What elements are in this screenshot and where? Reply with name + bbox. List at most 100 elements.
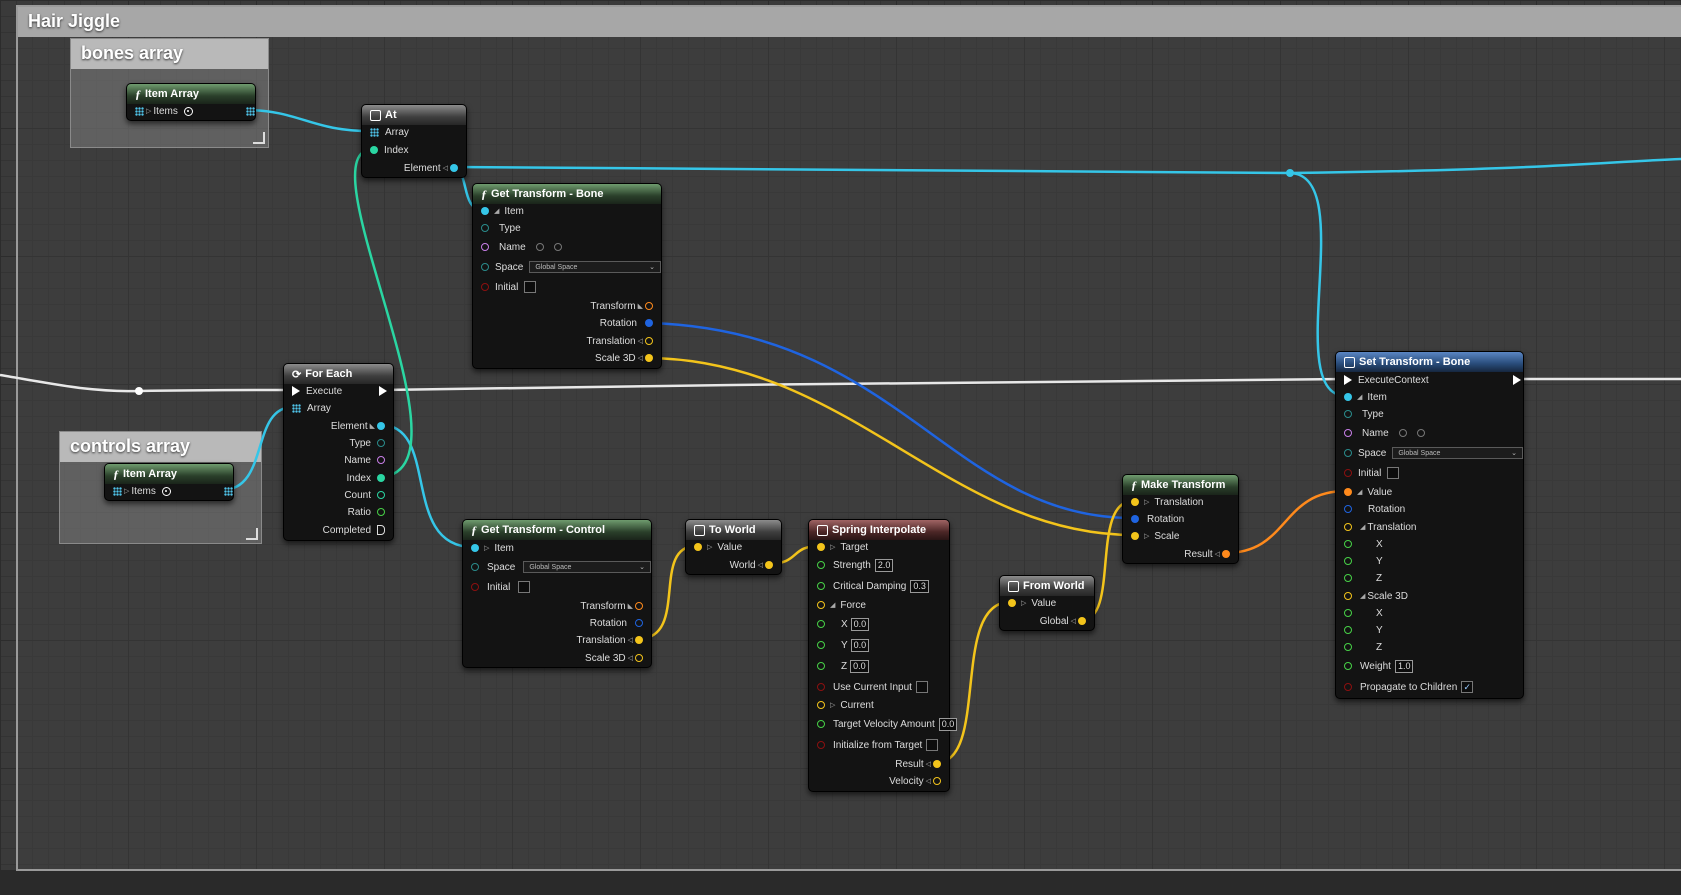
initialize-from-target-checkbox[interactable] <box>926 739 939 751</box>
value-pin[interactable] <box>694 543 702 551</box>
browse-icon[interactable] <box>535 243 544 251</box>
force-y-input[interactable]: 0.0 <box>850 638 870 652</box>
exec-in-pin[interactable] <box>1344 375 1352 385</box>
scale-pin[interactable] <box>1344 592 1352 600</box>
space-dropdown[interactable]: Global Space ⌄ <box>529 261 661 273</box>
from-world-node[interactable]: From World ▷ Value Global ◁ <box>999 575 1095 631</box>
propagate-pin[interactable] <box>1344 683 1352 691</box>
exec-out-pin[interactable] <box>379 386 387 396</box>
velocity-pin[interactable] <box>933 777 941 785</box>
force-z-pin[interactable] <box>817 662 825 670</box>
target-pin[interactable] <box>817 543 825 551</box>
initial-pin[interactable] <box>471 583 479 591</box>
result-pin[interactable] <box>933 760 941 768</box>
force-pin[interactable] <box>817 601 825 609</box>
item-pin[interactable] <box>1344 393 1352 401</box>
initial-checkbox[interactable] <box>524 281 537 293</box>
space-dropdown[interactable]: Global Space ⌄ <box>523 561 651 573</box>
translation-pin[interactable] <box>1131 498 1139 506</box>
grid-icon[interactable] <box>224 486 233 496</box>
ratio-pin[interactable] <box>377 508 385 516</box>
rotation-pin[interactable] <box>1131 515 1139 523</box>
target-icon[interactable] <box>183 106 193 116</box>
type-pin[interactable] <box>481 224 489 232</box>
element-pin[interactable] <box>377 422 385 430</box>
exec-completed-pin[interactable] <box>377 525 385 535</box>
initial-checkbox[interactable] <box>1387 467 1400 479</box>
type-pin[interactable] <box>377 439 385 447</box>
grid-icon[interactable] <box>135 106 144 116</box>
item-array-node-controls[interactable]: ƒ Item Array ▷ Items <box>104 463 234 501</box>
initialize-from-target-pin[interactable] <box>817 741 825 749</box>
force-z-input[interactable]: 0.0 <box>850 659 869 673</box>
exec-out-pin[interactable] <box>1513 375 1521 385</box>
element-pin[interactable] <box>450 164 458 172</box>
rotation-pin[interactable] <box>635 619 643 627</box>
to-world-node[interactable]: To World ▷ Value World ◁ <box>685 519 782 575</box>
index-pin[interactable] <box>377 474 385 482</box>
spring-interpolate-node[interactable]: Spring Interpolate ▷ Target Strength 2.0 C… <box>808 519 958 792</box>
initial-pin[interactable] <box>481 283 489 291</box>
critical-damping-input[interactable]: 0.3 <box>910 579 929 593</box>
scale-pin[interactable] <box>645 354 653 362</box>
space-pin[interactable] <box>481 263 489 271</box>
name-pin[interactable] <box>481 243 489 251</box>
grid-icon[interactable] <box>370 127 379 137</box>
result-pin[interactable] <box>1222 550 1230 558</box>
world-pin[interactable] <box>765 561 773 569</box>
strength-pin[interactable] <box>817 561 825 569</box>
type-pin[interactable] <box>1344 410 1352 418</box>
target-velocity-pin[interactable] <box>817 720 825 728</box>
translation-pin[interactable] <box>645 337 653 345</box>
space-pin[interactable] <box>471 563 479 571</box>
get-transform-control-node[interactable]: ƒ Get Transform - Control ▷ Item Space Glob… <box>462 519 652 668</box>
for-each-node[interactable]: ⟳ For Each Execute Array Element ◣ Type Na… <box>283 363 394 541</box>
value-pin[interactable] <box>1008 599 1016 607</box>
weight-input[interactable]: 1.0 <box>1394 659 1414 673</box>
space-pin[interactable] <box>1344 449 1352 457</box>
translation-x-pin[interactable] <box>1344 540 1352 548</box>
scale-z-pin[interactable] <box>1344 643 1352 651</box>
at-node[interactable]: At Array Index Element ◁ <box>361 104 467 178</box>
propagate-checkbox[interactable]: ✓ <box>1461 681 1474 693</box>
use-current-input-pin[interactable] <box>817 683 825 691</box>
translation-z-pin[interactable] <box>1344 574 1352 582</box>
initial-pin[interactable] <box>1344 469 1352 477</box>
scale-pin[interactable] <box>1131 532 1139 540</box>
value-pin[interactable] <box>1344 488 1352 496</box>
name-pin[interactable] <box>377 456 385 464</box>
grid-icon[interactable] <box>113 486 122 496</box>
name-pin[interactable] <box>1344 429 1352 437</box>
get-transform-bone-node[interactable]: ƒ Get Transform - Bone ◢ Item Type Name Sp… <box>472 183 662 369</box>
translation-pin[interactable] <box>635 636 643 644</box>
grid-icon[interactable] <box>246 106 255 116</box>
transform-pin[interactable] <box>645 302 653 310</box>
global-pin[interactable] <box>1078 617 1086 625</box>
use-current-input-checkbox[interactable] <box>915 681 928 693</box>
force-x-input[interactable]: 0.0 <box>850 617 870 631</box>
rotation-pin[interactable] <box>645 319 653 327</box>
grid-icon[interactable] <box>292 403 301 413</box>
item-pin[interactable] <box>481 207 489 215</box>
count-pin[interactable] <box>377 491 385 499</box>
browse-icon[interactable] <box>1398 429 1407 437</box>
strength-input[interactable]: 2.0 <box>874 558 894 572</box>
space-dropdown[interactable]: Global Space ⌄ <box>1392 447 1523 459</box>
scale-y-pin[interactable] <box>1344 626 1352 634</box>
rotation-pin[interactable] <box>1344 505 1352 513</box>
initial-checkbox[interactable] <box>518 581 531 593</box>
critical-damping-pin[interactable] <box>817 582 825 590</box>
scale-x-pin[interactable] <box>1344 609 1352 617</box>
set-transform-bone-node[interactable]: Set Transform - Bone ExecuteContext ◢ Ite… <box>1335 351 1524 699</box>
index-pin[interactable] <box>370 146 378 154</box>
magnifier-icon[interactable] <box>553 243 562 251</box>
exec-in-pin[interactable] <box>292 386 300 396</box>
translation-pin[interactable] <box>1344 523 1352 531</box>
weight-pin[interactable] <box>1344 662 1352 670</box>
target-icon[interactable] <box>161 486 171 496</box>
force-y-pin[interactable] <box>817 641 825 649</box>
target-velocity-input[interactable]: 0.0 <box>938 717 958 731</box>
item-array-node-bones[interactable]: ƒ Item Array ▷ Items <box>126 83 256 121</box>
force-x-pin[interactable] <box>817 620 825 628</box>
magnifier-icon[interactable] <box>1416 429 1425 437</box>
